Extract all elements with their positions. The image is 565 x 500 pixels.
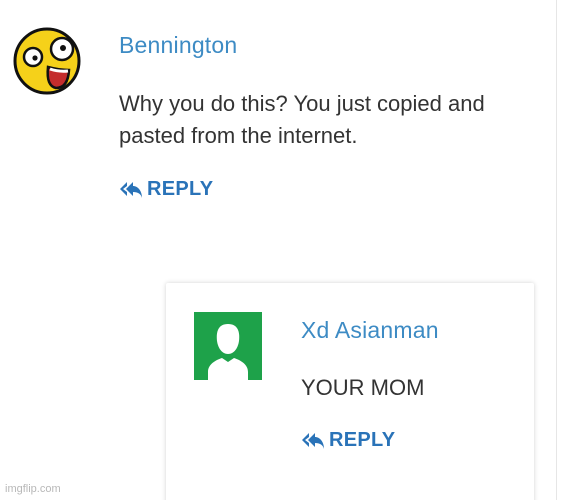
reply-button[interactable]: REPLY bbox=[301, 429, 395, 452]
comment-thread: Bennington Why you do this? You just cop… bbox=[0, 0, 565, 500]
comment-text: Why you do this? You just copied and pas… bbox=[119, 91, 485, 148]
default-user-icon[interactable] bbox=[194, 312, 262, 380]
comment-text: YOUR MOM bbox=[301, 375, 425, 400]
divider bbox=[556, 0, 557, 500]
comment-reply-card: Xd Asianman YOUR MOM REPLY bbox=[166, 283, 534, 500]
comment-author[interactable]: Xd Asianman bbox=[301, 317, 439, 344]
watermark: imgflip.com bbox=[5, 483, 61, 495]
reply-all-icon bbox=[119, 181, 143, 199]
shocked-face-icon[interactable] bbox=[12, 26, 82, 96]
comment-author[interactable]: Bennington bbox=[119, 32, 237, 59]
reply-label: REPLY bbox=[329, 429, 396, 451]
reply-label: REPLY bbox=[147, 178, 214, 200]
reply-all-icon bbox=[301, 432, 325, 450]
reply-button[interactable]: REPLY bbox=[119, 178, 213, 201]
